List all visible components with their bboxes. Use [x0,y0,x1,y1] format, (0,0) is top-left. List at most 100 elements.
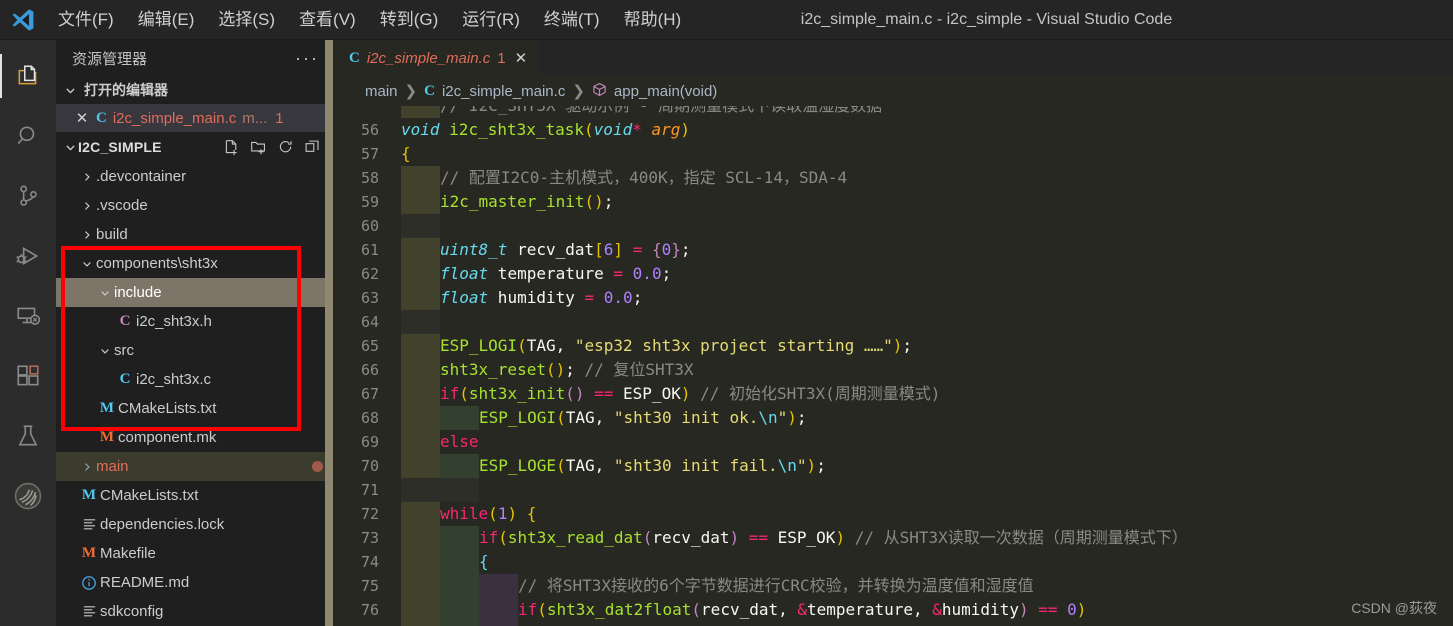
code-line[interactable]: 72 while(1) { [333,502,1453,526]
code-line[interactable]: 76 if(sht3x_dat2float(recv_dat, &tempera… [333,598,1453,622]
code-line[interactable]: 65 ESP_LOGI(TAG, "esp32 sht3x project st… [333,334,1453,358]
menu-terminal[interactable]: 终端(T) [532,5,612,35]
activity-testing-icon[interactable] [0,406,56,466]
open-editor-problem-badge: 1 [275,109,284,127]
close-icon[interactable]: ✕ [515,49,528,67]
editor-tab-i2c-simple-main[interactable]: C i2c_simple_main.c 1 ✕ [333,40,540,76]
menu-view[interactable]: 查看(V) [287,5,368,35]
chevron-down-icon [96,287,114,299]
code-line-text: else [401,430,1453,454]
cmake-file-icon: M [81,487,97,503]
tree-row-vscode[interactable]: .vscode [56,191,333,220]
menu-run[interactable]: 运行(R) [450,5,532,35]
line-number: 61 [360,241,379,259]
activity-search-icon[interactable] [0,106,56,166]
code-line[interactable]: 69 else [333,430,1453,454]
line-number: 56 [360,121,379,139]
activity-run-debug-icon[interactable] [0,226,56,286]
tree-row-src[interactable]: src [56,336,333,365]
tree-row-component-mk[interactable]: M component.mk [56,423,333,452]
collapse-all-icon[interactable] [304,139,321,156]
code-line-text [401,214,1453,238]
code-line[interactable]: 59 i2c_master_init(); [333,190,1453,214]
activity-extensions-icon[interactable] [0,346,56,406]
tree-row-readme[interactable]: README.md [56,568,333,597]
tree-row-include[interactable]: include [56,278,333,307]
chevron-down-icon [96,345,114,357]
tree-row-build[interactable]: build [56,220,333,249]
new-folder-icon[interactable] [250,139,267,156]
h-file-icon: C [119,313,131,329]
tree-label: dependencies.lock [100,516,225,533]
activity-explorer-icon[interactable] [0,46,56,106]
tree-label: CMakeLists.txt [100,487,199,504]
activity-remote-explorer-icon[interactable] [0,286,56,346]
code-line-text: void i2c_sht3x_task(void* arg) [401,120,691,139]
code-line[interactable]: 75 // 将SHT3X接收的6个字节数据进行CRC校验，并转换为温度值和湿度值 [333,574,1453,598]
tree-row-devcontainer[interactable]: .devcontainer [56,162,333,191]
section-open-editors[interactable]: 打开的编辑器 [56,76,333,104]
code-line[interactable]: 70 ESP_LOGE(TAG, "sht30 init fail.\n"); [333,454,1453,478]
file-tree: .devcontainer .vscode build components\s… [56,162,333,626]
open-editor-item[interactable]: ✕ C i2c_simple_main.c m... 1 [56,104,333,132]
tree-row-makefile[interactable]: M Makefile [56,539,333,568]
project-root-row[interactable]: I2C_SIMPLE [56,132,333,162]
editor-group: C i2c_simple_main.c 1 ✕ main ❯ C i2c_sim… [333,40,1453,626]
new-file-icon[interactable] [223,139,240,156]
code-line[interactable]: 56 void i2c_sht3x_task(void* arg) [333,118,1453,142]
code-line[interactable]: 63 float humidity = 0.0; [333,286,1453,310]
code-line[interactable]: 61 uint8_t recv_dat[6] = {0}; [333,238,1453,262]
code-line[interactable]: 74 { [333,550,1453,574]
line-number: 68 [360,409,379,427]
tree-label: components\sht3x [96,255,218,272]
tree-row-sdkconfig[interactable]: sdkconfig [56,597,333,626]
code-line[interactable]: 73 if(sht3x_read_dat(recv_dat) == ESP_OK… [333,526,1453,550]
code-line[interactable]: 64 [333,310,1453,334]
activity-espressif-icon[interactable] [0,466,56,526]
refresh-icon[interactable] [277,139,294,156]
explorer-more-actions-icon[interactable]: ··· [295,48,319,69]
menu-go[interactable]: 转到(G) [368,5,451,35]
code-editor[interactable]: // I2C_SHT3X 驱动示例 - 周期测量模式下读取温湿度数据 56 vo… [333,106,1453,626]
activity-source-control-icon[interactable] [0,166,56,226]
code-line-text: float humidity = 0.0; [401,286,1453,310]
line-number: 62 [360,265,379,283]
tree-row-cmakelists-root[interactable]: M CMakeLists.txt [56,481,333,510]
code-line-text: ESP_LOGE(TAG, "sht30 init fail.\n"); [401,454,1453,478]
tree-row-i2c-sht3x-h[interactable]: C i2c_sht3x.h [56,307,333,336]
code-line[interactable]: 57 { [333,142,1453,166]
code-line[interactable]: 60 [333,214,1453,238]
close-icon[interactable]: ✕ [74,109,90,127]
tree-row-dependencies-lock[interactable]: dependencies.lock [56,510,333,539]
tab-label: i2c_simple_main.c [366,49,491,67]
c-file-icon: C [424,82,435,99]
code-line[interactable]: 58 // 配置I2C0-主机模式，400K，指定 SCL-14，SDA-4 [333,166,1453,190]
code-line[interactable]: 67 if(sht3x_init() == ESP_OK) // 初始化SHT3… [333,382,1453,406]
menu-edit[interactable]: 编辑(E) [126,5,207,35]
tree-row-i2c-sht3x-c[interactable]: C i2c_sht3x.c [56,365,333,394]
tree-row-main[interactable]: main [56,452,333,481]
tree-row-components-sht3x[interactable]: components\sht3x [56,249,333,278]
code-line[interactable]: 62 float temperature = 0.0; [333,262,1453,286]
code-line-partial: // I2C_SHT3X 驱动示例 - 周期测量模式下读取温湿度数据 [333,106,1453,118]
sidebar-scrollbar[interactable] [325,40,333,626]
vscode-logo-icon [0,7,46,33]
code-line-text: if(sht3x_init() == ESP_OK) // 初始化SHT3X(周… [401,382,1453,406]
sidebar-explorer: 资源管理器 ··· 打开的编辑器 ✕ C i2c_simple_main.c m… [56,40,333,626]
menu-help[interactable]: 帮助(H) [612,5,694,35]
code-line[interactable]: 68 ESP_LOGI(TAG, "sht30 init ok.\n"); [333,406,1453,430]
tree-row-cmakelists-component[interactable]: M CMakeLists.txt [56,394,333,423]
breadcrumb-item-symbol[interactable]: app_main(void) [614,83,717,100]
chevron-right-icon [78,461,96,473]
code-line[interactable]: 66 sht3x_reset(); // 复位SHT3X [333,358,1453,382]
tree-label: i2c_sht3x.h [136,313,212,330]
breadcrumb-item-main[interactable]: main [365,83,398,100]
breadcrumb-item-file[interactable]: i2c_simple_main.c [442,83,565,100]
line-number: 63 [360,289,379,307]
chevron-right-icon [78,171,96,183]
chevron-right-icon [78,200,96,212]
menu-file[interactable]: 文件(F) [46,5,126,35]
code-line[interactable]: 77 { [333,622,1453,626]
menu-selection[interactable]: 选择(S) [206,5,287,35]
code-line[interactable]: 71 [333,478,1453,502]
